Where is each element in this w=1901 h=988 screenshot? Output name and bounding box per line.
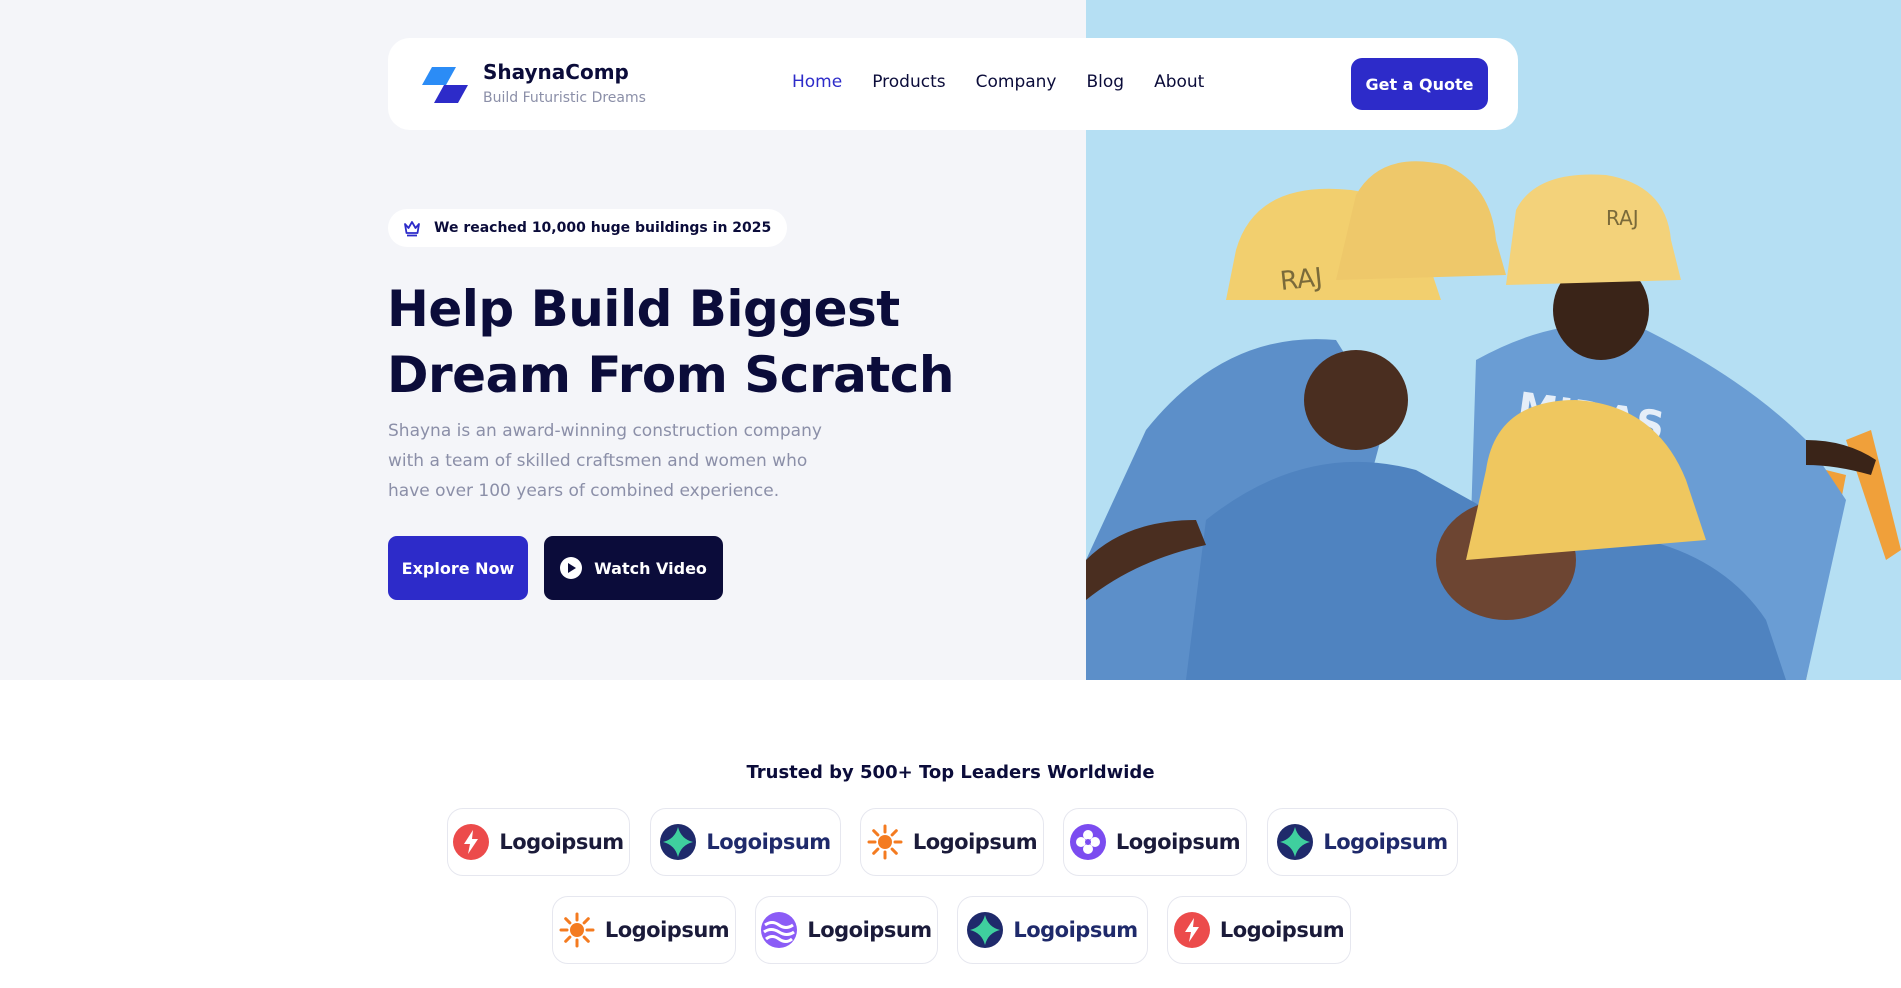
partner-logo-8[interactable]: Logoipsum [957,896,1148,964]
nav-link-home[interactable]: Home [792,72,842,92]
partner-logo-2[interactable]: Logoipsum [650,808,841,876]
partner-logo-name: Logoipsum [706,830,831,854]
nav-links: Home Products Company Blog About [792,72,1204,92]
nav-link-about[interactable]: About [1154,72,1204,92]
partner-logo-4[interactable]: Logoipsum [1063,808,1247,876]
hero-description: Shayna is an award-winning construction … [388,421,822,501]
partner-logo-name: Logoipsum [604,918,730,942]
get-a-quote-button[interactable]: Get a Quote [1351,58,1488,110]
svg-text:RAJ: RAJ [1606,206,1639,230]
svg-text:RAJ: RAJ [1279,263,1324,297]
partner-logo-7[interactable]: Logoipsum [755,896,938,964]
badge-text: We reached 10,000 huge buildings in 2025 [434,220,772,236]
brand-logo-icon[interactable] [422,65,468,105]
partner-logo-name: Logoipsum [1323,830,1448,854]
nav-link-company[interactable]: Company [976,72,1057,92]
partner-logo-9[interactable]: Logoipsum [1167,896,1351,964]
partner-logo-name: Logoipsum [807,918,932,942]
brand-tagline: Build Futuristic Dreams [483,90,646,106]
play-icon [560,557,583,579]
flower-icon [1069,824,1106,860]
partner-logo-name: Logoipsum [1013,918,1138,942]
brand-name[interactable]: ShaynaComp [483,60,629,84]
nav-link-blog[interactable]: Blog [1086,72,1124,92]
sun-icon [867,824,903,860]
sun-icon [559,912,595,948]
watch-video-button[interactable]: Watch Video [544,536,723,600]
achievement-badge: We reached 10,000 huge buildings in 2025 [388,209,788,247]
partner-logo-name: Logoipsum [1219,918,1345,942]
partner-logo-5[interactable]: Logoipsum [1267,808,1458,876]
partner-logo-name: Logoipsum [912,830,1038,854]
headline-line-2: Dream From Scratch [387,346,954,404]
bolt-icon [1173,912,1210,948]
watch-video-label: Watch Video [594,558,707,578]
diamond-icon [660,824,697,860]
partner-logo-6[interactable]: Logoipsum [552,896,736,964]
nav-link-products[interactable]: Products [872,72,945,92]
diamond-icon [967,912,1004,948]
partner-logo-1[interactable]: Logoipsum [447,808,630,876]
partner-logo-3[interactable]: Logoipsum [860,808,1044,876]
bolt-icon [453,824,490,860]
top-navigation: ShaynaComp Build Futuristic Dreams Home … [388,38,1518,130]
crown-icon [404,221,420,237]
headline-line-1: Help Build Biggest [387,280,900,338]
partner-logo-name: Logoipsum [1115,830,1241,854]
hero-section: MIDAS RAJ RAJ ShaynaComp Build Futuristi… [0,0,1901,680]
waves-icon [761,912,798,948]
partners-heading: Trusted by 500+ Top Leaders Worldwide [746,762,1155,783]
explore-now-button[interactable]: Explore Now [388,536,528,600]
hero-headline: Help Build Biggest Dream From Scratch [387,276,1047,408]
diamond-icon [1277,824,1314,860]
partner-logo-name: Logoipsum [499,830,624,854]
